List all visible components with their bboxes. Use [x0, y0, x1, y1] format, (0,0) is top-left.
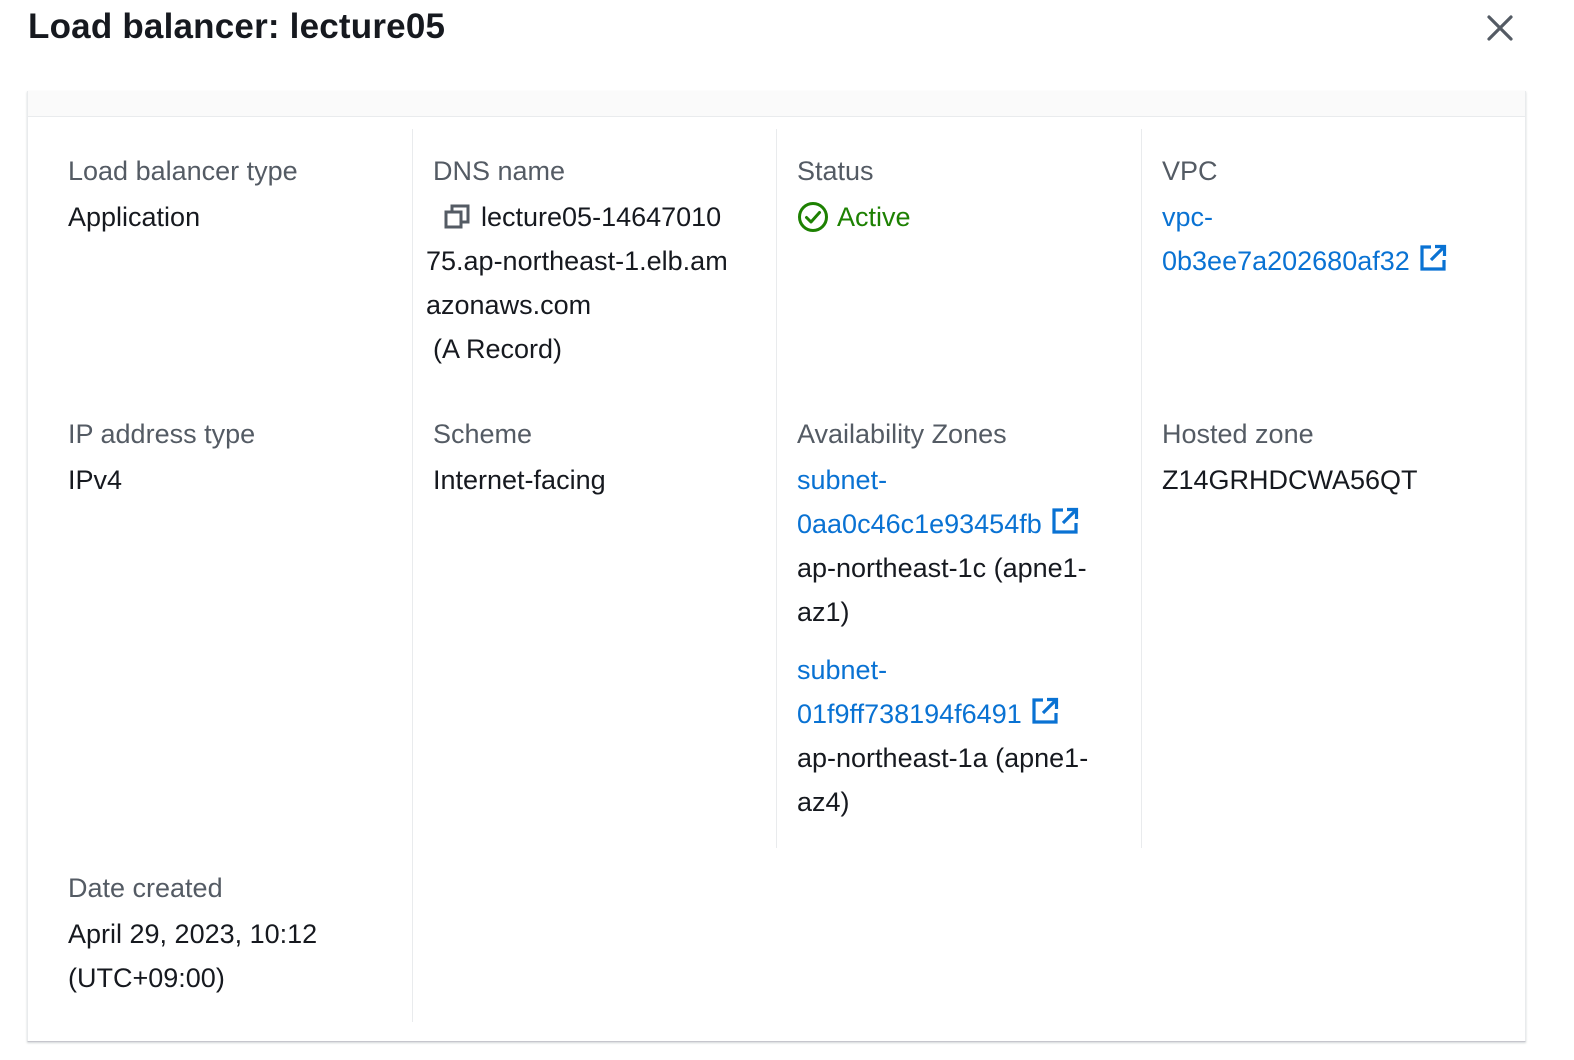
field-vpc: VPC vpc- 0b3ee7a202680af32	[1162, 151, 1512, 283]
subnet-link-line-1: subnet-	[797, 465, 888, 495]
copy-icon	[444, 204, 470, 229]
field-label: VPC	[1162, 156, 1218, 186]
close-button[interactable]	[1478, 6, 1522, 50]
field-date-created: Date created April 29, 2023, 10:12 (UTC+…	[68, 868, 398, 1000]
subnet-link[interactable]: subnet- 01f9ff738194f6491	[797, 648, 1132, 736]
field-value: April 29, 2023, 10:12 (UTC+09:00)	[68, 912, 398, 1000]
field-value: Application	[68, 202, 201, 232]
field-value: lecture05-14647010 75.ap-northeast-1.elb…	[426, 195, 766, 371]
field-ip-address-type: IP address type IPv4	[68, 414, 388, 502]
field-label: Scheme	[433, 419, 533, 449]
vpc-link-line-1: vpc-	[1162, 202, 1214, 232]
status-text: Active	[837, 202, 911, 232]
field-label: DNS name	[433, 156, 566, 186]
field-availability-zones: Availability Zones subnet- 0aa0c46c1e934…	[797, 414, 1132, 824]
zone-name-line-2: az1)	[797, 597, 850, 627]
status-value: Active	[797, 195, 1117, 239]
column-divider	[776, 129, 777, 848]
external-link-icon	[1420, 244, 1446, 271]
field-dns-name: DNS name lecture05-14647010 75.ap-northe…	[426, 151, 766, 371]
field-label: Load balancer type	[68, 156, 298, 186]
external-link-icon	[1032, 697, 1058, 724]
panel-header	[28, 91, 1525, 117]
column-divider	[412, 129, 413, 1022]
column-divider	[1141, 129, 1142, 848]
dns-name-line-2: 75.ap-northeast-1.elb.am	[426, 246, 728, 276]
external-link-icon	[1052, 507, 1078, 534]
field-label: IP address type	[68, 419, 256, 449]
subnet-link[interactable]: subnet- 0aa0c46c1e93454fb	[797, 458, 1132, 546]
dns-name-line-3: azonaws.com	[426, 290, 592, 320]
field-status: Status Active	[797, 151, 1117, 239]
subnet-link-line-2: 01f9ff738194f6491	[797, 692, 1132, 736]
field-label: Date created	[68, 873, 223, 903]
field-label: Availability Zones	[797, 419, 1007, 449]
dns-name-line-1: lecture05-14647010	[481, 202, 722, 232]
field-label: Hosted zone	[1162, 419, 1314, 449]
field-value: IPv4	[68, 465, 123, 495]
status-positive-icon	[798, 202, 828, 232]
subnet-link-line-2: 0aa0c46c1e93454fb	[797, 502, 1132, 546]
close-icon	[1487, 15, 1513, 41]
field-value: vpc- 0b3ee7a202680af32	[1162, 195, 1512, 283]
zone-name-line-1: ap-northeast-1c (apne1-	[797, 553, 1087, 583]
field-label: Status	[797, 156, 874, 186]
vpc-link[interactable]: vpc- 0b3ee7a202680af32	[1162, 195, 1512, 283]
subnet-link-line-1: subnet-	[797, 655, 888, 685]
date-line-2: (UTC+09:00)	[68, 963, 225, 993]
field-value: Z14GRHDCWA56QT	[1162, 465, 1418, 495]
zone-name-line-1: ap-northeast-1a (apne1-	[797, 743, 1089, 773]
details-panel: Load balancer type Application DNS name …	[27, 91, 1526, 1042]
date-line-1: April 29, 2023, 10:12	[68, 919, 318, 949]
field-value: Internet-facing	[433, 465, 606, 495]
modal-title: Load balancer: lecture05	[28, 7, 446, 46]
availability-zone-item: subnet- 0aa0c46c1e93454fb ap-northeast-1…	[797, 458, 1132, 634]
copy-button[interactable]	[433, 203, 481, 231]
zone-name-line-2: az4)	[797, 787, 850, 817]
availability-zone-item: subnet- 01f9ff738194f6491 ap-northeast-1…	[797, 648, 1132, 824]
field-hosted-zone: Hosted zone Z14GRHDCWA56QT	[1162, 414, 1502, 502]
dns-record-type: (A Record)	[433, 334, 563, 364]
vpc-link-line-2: 0b3ee7a202680af32	[1162, 239, 1512, 283]
field-load-balancer-type: Load balancer type Application	[68, 151, 388, 239]
field-scheme: Scheme Internet-facing	[433, 414, 753, 502]
